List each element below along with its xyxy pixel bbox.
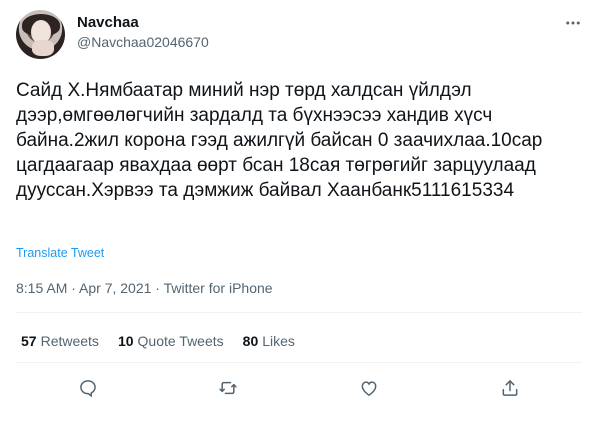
like-icon	[361, 381, 377, 396]
reply-icon	[80, 380, 96, 398]
share-button[interactable]	[498, 376, 522, 400]
avatar-hand	[32, 40, 54, 56]
user-handle[interactable]: @Navchaa02046670	[77, 34, 209, 50]
quotes-count: 10	[117, 333, 134, 349]
tweet-actions	[0, 376, 598, 400]
avatar[interactable]	[16, 10, 65, 59]
likes-count: 80	[242, 333, 259, 349]
translate-tweet-link[interactable]: Translate Tweet	[16, 246, 104, 260]
more-options-icon	[566, 21, 580, 25]
divider	[16, 362, 582, 363]
display-name[interactable]: Navchaa	[77, 14, 139, 31]
retweet-button[interactable]	[216, 376, 240, 400]
more-options-button[interactable]	[562, 12, 584, 34]
tweet-timestamp[interactable]: 8:15 AM · Apr 7, 2021 · Twitter for iPho…	[16, 280, 273, 296]
quote-tweets-stat[interactable]: 10 Quote Tweets	[118, 333, 224, 349]
retweets-stat[interactable]: 57 Retweets	[21, 333, 99, 349]
quotes-label: Quote Tweets	[137, 333, 224, 349]
likes-label: Likes	[262, 333, 295, 349]
likes-stat[interactable]: 80 Likes	[243, 333, 295, 349]
retweets-count: 57	[21, 333, 37, 349]
share-icon	[502, 380, 518, 396]
retweet-icon	[219, 381, 237, 395]
divider	[16, 312, 582, 313]
like-button[interactable]	[357, 376, 381, 400]
reply-button[interactable]	[76, 376, 100, 400]
engagement-stats: 57 Retweets 10 Quote Tweets 80 Likes	[21, 333, 295, 349]
tweet-text: Сайд Х.Нямбаатар миний нэр төрд халдсан …	[16, 80, 548, 201]
retweets-label: Retweets	[40, 333, 99, 349]
